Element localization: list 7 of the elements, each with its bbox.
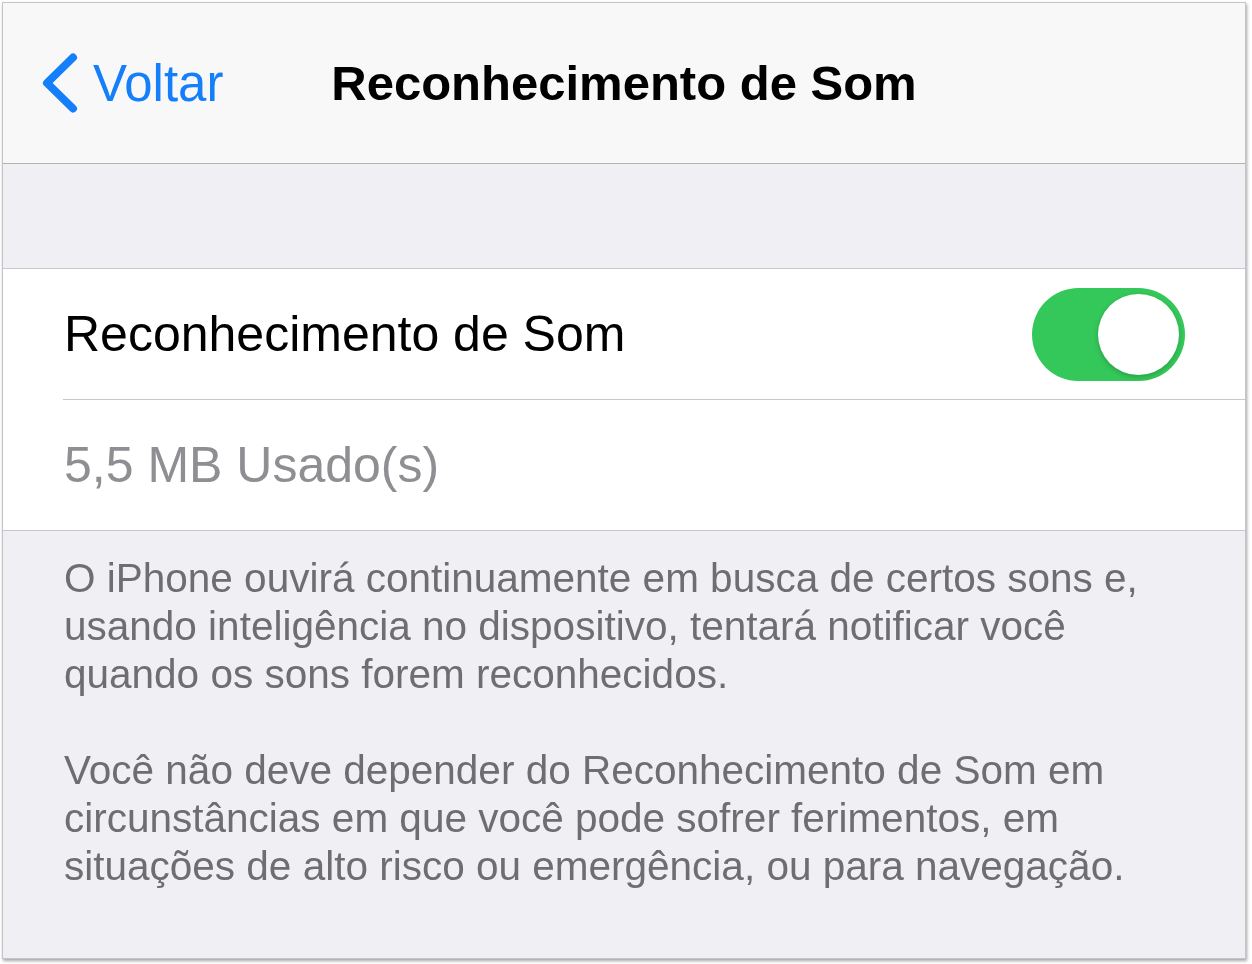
back-button[interactable]: Voltar — [42, 53, 224, 113]
footer-description: Você não deve depender do Reconhecimento de Som em circunstâncias em que você pode sofrer ferimentos, em situações de alto risco ou emergência, ou para navegação. — [64, 746, 1126, 890]
storage-used-text: 5,5 MB Usado(s) — [64, 436, 440, 494]
page-title: Reconhecimento de Som — [331, 55, 917, 111]
footer-description: O iPhone ouvirá continuamente em busca de certos sons e, usando inteligência no dispositivo, tentará notificar você quando os sons forem reconhecidos. — [64, 554, 1139, 698]
setting-label: Reconhecimento de Som — [64, 305, 626, 363]
back-chevron-icon — [42, 53, 78, 113]
